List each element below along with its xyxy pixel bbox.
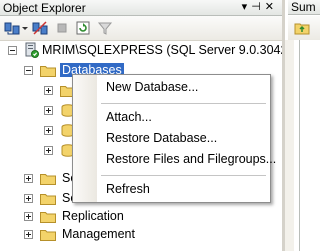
object-explorer-title-bar: Object Explorer ▾⊣✕ — [0, 0, 282, 16]
folder-icon — [40, 228, 56, 241]
connect-icon[interactable] — [4, 20, 20, 36]
server-icon — [23, 42, 39, 58]
menu-separator — [101, 103, 266, 104]
expand-icon[interactable] — [24, 194, 33, 203]
panel-splitter[interactable] — [285, 40, 294, 251]
summary-toolbar — [288, 16, 320, 40]
management-label: Management — [62, 227, 135, 241]
menu-item-new-database[interactable]: New Database... — [106, 80, 198, 94]
collapse-icon[interactable] — [8, 46, 17, 55]
menu-item-attach[interactable]: Attach... — [106, 110, 152, 124]
panel-title: Object Explorer — [3, 1, 86, 15]
panel-title-buttons[interactable]: ▾⊣✕ — [242, 0, 278, 13]
menu-separator — [101, 175, 266, 176]
folder-icon — [40, 172, 56, 185]
context-menu: New Database... Attach... Restore Databa… — [72, 74, 276, 203]
close-icon[interactable]: ✕ — [265, 1, 278, 13]
tree-node-management[interactable]: Management — [0, 225, 282, 245]
connect-dropdown-icon[interactable] — [21, 20, 29, 36]
tree-node-replication[interactable]: Replication — [0, 207, 282, 227]
auto-hide-icon[interactable]: ⊣ — [251, 1, 265, 13]
filter-icon[interactable] — [97, 20, 113, 36]
expand-icon[interactable] — [44, 106, 53, 115]
folder-icon — [40, 210, 56, 223]
expand-icon[interactable] — [44, 86, 53, 95]
menu-icon-gutter — [73, 75, 97, 202]
menu-item-refresh[interactable]: Refresh — [106, 182, 150, 196]
expand-icon[interactable] — [24, 212, 33, 221]
tree-node-server[interactable]: MRIM\SQLEXPRESS (SQL Server 9.0.3042 - M — [0, 41, 309, 61]
window-position-icon[interactable]: ▾ — [242, 1, 252, 13]
expand-icon[interactable] — [44, 126, 53, 135]
summary-tab[interactable]: Sum — [288, 0, 320, 15]
disconnect-icon[interactable] — [32, 20, 48, 36]
menu-item-restore-database[interactable]: Restore Database... — [106, 131, 217, 145]
expand-icon[interactable] — [24, 174, 33, 183]
summary-panel: Sum — [282, 0, 320, 251]
menu-item-restore-files[interactable]: Restore Files and Filegroups... — [106, 152, 276, 166]
divider — [299, 40, 300, 251]
expand-icon[interactable] — [24, 230, 33, 239]
server-label: MRIM\SQLEXPRESS (SQL Server 9.0.3042 - M — [42, 43, 309, 57]
refresh-icon[interactable] — [75, 20, 91, 36]
object-explorer-toolbar — [0, 16, 282, 41]
expand-icon[interactable] — [44, 146, 53, 155]
replication-label: Replication — [62, 209, 124, 223]
collapse-icon[interactable] — [24, 66, 33, 75]
up-folder-icon[interactable] — [294, 20, 310, 36]
stop-icon[interactable] — [54, 20, 70, 36]
folder-icon — [40, 192, 56, 205]
folder-icon — [40, 64, 56, 77]
